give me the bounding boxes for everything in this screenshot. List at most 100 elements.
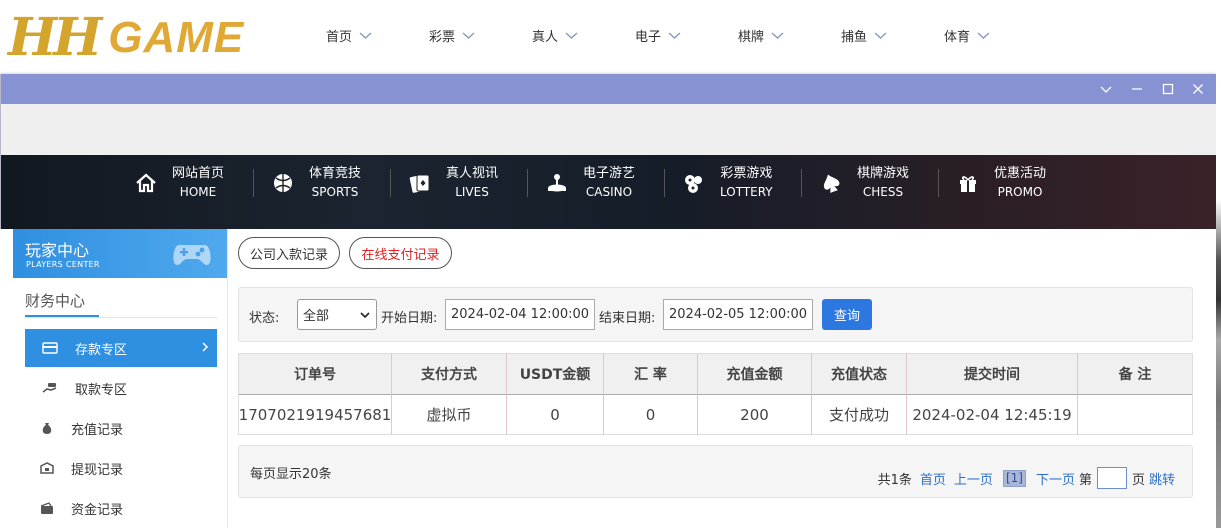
banner-item-lottery[interactable]: 彩票游戏 LOTTERY [679,165,816,201]
chevron-down-icon [668,32,681,39]
ball-icon [274,174,292,192]
logo-word: GAME [108,13,245,62]
query-button[interactable]: 查询 [822,299,872,330]
sidebar-item-label: 资金记录 [71,502,124,518]
nav-label: 首页 [326,30,353,45]
pagination-bar: 每页显示20条 共1条 首页 上一页 [1] 下一页 第 页 跳转 [238,445,1193,498]
banner-item-cn: 电子游艺 [583,166,636,181]
site-logo[interactable]: HH GAME [8,10,244,65]
first-page-link[interactable]: 首页 [920,469,946,488]
nav-label: 彩票 [429,30,456,45]
chevron-down-icon [462,32,475,39]
current-page: [1] [1002,469,1026,487]
total-count: 共1条 [877,472,912,488]
start-date-label: 开始日期: [381,311,438,326]
cell-rate: 0 [604,394,698,434]
banner-item-en: LIVES [455,185,489,199]
sidebar-item-fund-records[interactable]: 资金记录 [25,489,217,527]
chevron-down-icon [1100,86,1112,93]
sidebar-item-withdraw[interactable]: 取款专区 [25,369,217,407]
cards-icon [409,174,430,193]
cell-recharge-status: 支付成功 [812,394,907,434]
home-icon [136,173,156,193]
records-table: 订单号 支付方式 USDT金额 汇 率 充值金额 充值状态 提交时间 备 注 1… [238,353,1193,435]
collapse-button[interactable] [1098,81,1114,97]
banner-nav: 网站首页 HOME 体育竞技 SPORTS 真人视讯 LIVES 电子游艺 CASINO [1,155,1216,229]
divider [664,169,665,197]
end-date-label: 结束日期: [599,311,656,326]
banner-item-cn: 网站首页 [172,166,225,181]
cell-submit-time: 2024-02-04 12:45:19 [907,394,1078,434]
end-date-input[interactable]: 2024-02-05 12:00:00 [663,299,813,330]
col-submit-time: 提交时间 [907,354,1078,394]
site-nav: 首页 彩票 真人 电子 棋牌 捕鱼 体育 [326,26,1047,45]
banner-item-cn: 优惠活动 [994,166,1047,181]
status-select[interactable]: 全部 [297,299,377,330]
nav-label: 电子 [635,30,662,45]
card-icon [42,342,58,354]
money-bag-icon [42,423,52,434]
col-pay-method: 支付方式 [392,354,507,394]
players-center-subtitle: PLAYERS CENTER [26,260,100,269]
page-number-input[interactable] [1096,467,1127,489]
site-nav-item-chess[interactable]: 棋牌 [738,26,841,45]
gift-icon [960,176,976,192]
site-nav-item-home[interactable]: 首页 [326,26,429,45]
site-nav-item-fishing[interactable]: 捕鱼 [841,26,944,45]
banner-item-cn: 棋牌游戏 [857,166,910,181]
wallet-icon [40,502,53,514]
sidebar: 玩家中心 PLAYERS CENTER 财务中心 存款专区 取款专区 充值记录 … [13,229,228,528]
cell-pay-method: 虚拟币 [392,394,507,434]
banner-item-cn: 彩票游戏 [720,166,773,181]
background-edge [1216,0,1221,528]
site-nav-item-lottery[interactable]: 彩票 [429,26,532,45]
chevron-down-icon [360,312,370,319]
banner-item-cn: 体育竞技 [309,166,362,181]
goto-suffix: 页 [1131,472,1145,488]
joystick-icon [548,174,566,192]
table-row[interactable]: 1707021919457681 虚拟币 0 0 200 支付成功 2024-0… [239,394,1192,434]
banner-item-chess[interactable]: 棋牌游戏 CHESS [816,165,953,201]
cell-remark [1078,394,1192,434]
close-button[interactable] [1190,81,1206,97]
site-nav-item-live[interactable]: 真人 [532,26,635,45]
status-select-value: 全部 [303,309,330,324]
page-size-text: 每页显示20条 [250,467,332,482]
banner-item-en: LOTTERY [720,185,773,199]
cell-order-no: 1707021919457681 [239,394,392,434]
divider [938,169,939,197]
jump-link[interactable]: 跳转 [1149,469,1175,488]
divider [25,317,217,318]
logo-mark: HH [8,7,102,68]
banner-item-sports[interactable]: 体育竞技 SPORTS [268,165,405,201]
main-panel: 公司入款记录 在线支付记录 状态: 全部 开始日期: 2024-02-04 12… [238,229,1193,528]
withdraw-icon [40,462,54,474]
tab-online-payment-records[interactable]: 在线支付记录 [349,237,452,269]
banner-item-home[interactable]: 网站首页 HOME [131,165,268,201]
section-underline [25,315,99,317]
maximize-button[interactable] [1160,81,1176,97]
col-remark: 备 注 [1118,367,1152,383]
chevron-down-icon [771,32,784,39]
divider [527,169,528,197]
banner-item-cn: 真人视讯 [446,166,499,181]
hand-money-icon [42,383,57,393]
minimize-button[interactable] [1129,81,1145,97]
start-date-input[interactable]: 2024-02-04 12:00:00 [445,299,595,330]
banner-item-promo[interactable]: 优惠活动 PROMO [953,165,1090,201]
col-order-no: 订单号 [239,354,392,394]
banner-item-lives[interactable]: 真人视讯 LIVES [405,165,542,201]
prev-page-link[interactable]: 上一页 [954,469,993,488]
sidebar-item-withdraw-records[interactable]: 提现记录 [25,449,217,487]
next-page-link[interactable]: 下一页 [1036,469,1075,488]
site-nav-item-slots[interactable]: 电子 [635,26,738,45]
filter-bar: 状态: 全部 开始日期: 2024-02-04 12:00:00 结束日期: 2… [238,287,1193,342]
tab-company-deposit-records[interactable]: 公司入款记录 [238,237,340,269]
site-nav-item-sports[interactable]: 体育 [944,26,1047,45]
sidebar-item-recharge-records[interactable]: 充值记录 [25,409,217,447]
sidebar-item-deposit[interactable]: 存款专区 [25,329,217,367]
nav-label: 真人 [532,30,559,45]
chevron-down-icon [565,32,578,39]
window-titlebar[interactable] [1,74,1216,104]
banner-item-casino[interactable]: 电子游艺 CASINO [542,165,679,201]
